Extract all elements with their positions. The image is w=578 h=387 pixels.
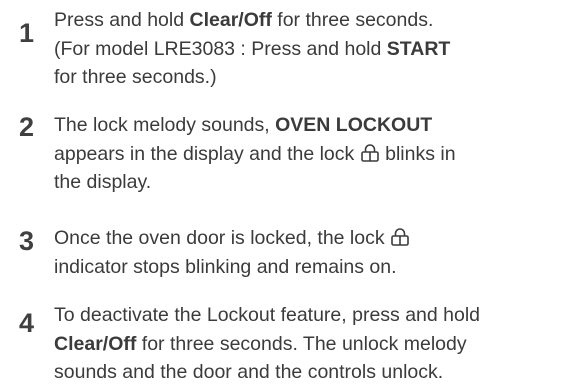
clear-off-key: Clear/Off xyxy=(54,332,137,355)
oven-lockout-label: OVEN LOCKOUT xyxy=(275,114,433,136)
step-text: Press and hold Clear/Off for three secon… xyxy=(54,9,451,88)
clear-off-key: Clear/Off xyxy=(189,9,272,31)
start-key: START xyxy=(386,37,451,60)
lock-icon xyxy=(391,227,409,247)
step-text: The lock melody sounds, OVEN LOCKOUT app… xyxy=(54,114,456,193)
step-number: 3 xyxy=(19,226,35,256)
step-text: Once the oven door is locked, the lock i… xyxy=(54,224,574,281)
step-text: To deactivate the Lockout feature, press… xyxy=(54,304,481,383)
lock-icon xyxy=(360,143,379,163)
step-number: 4 xyxy=(19,308,35,338)
step-number: 1 xyxy=(19,18,35,48)
step-number: 2 xyxy=(19,112,35,142)
